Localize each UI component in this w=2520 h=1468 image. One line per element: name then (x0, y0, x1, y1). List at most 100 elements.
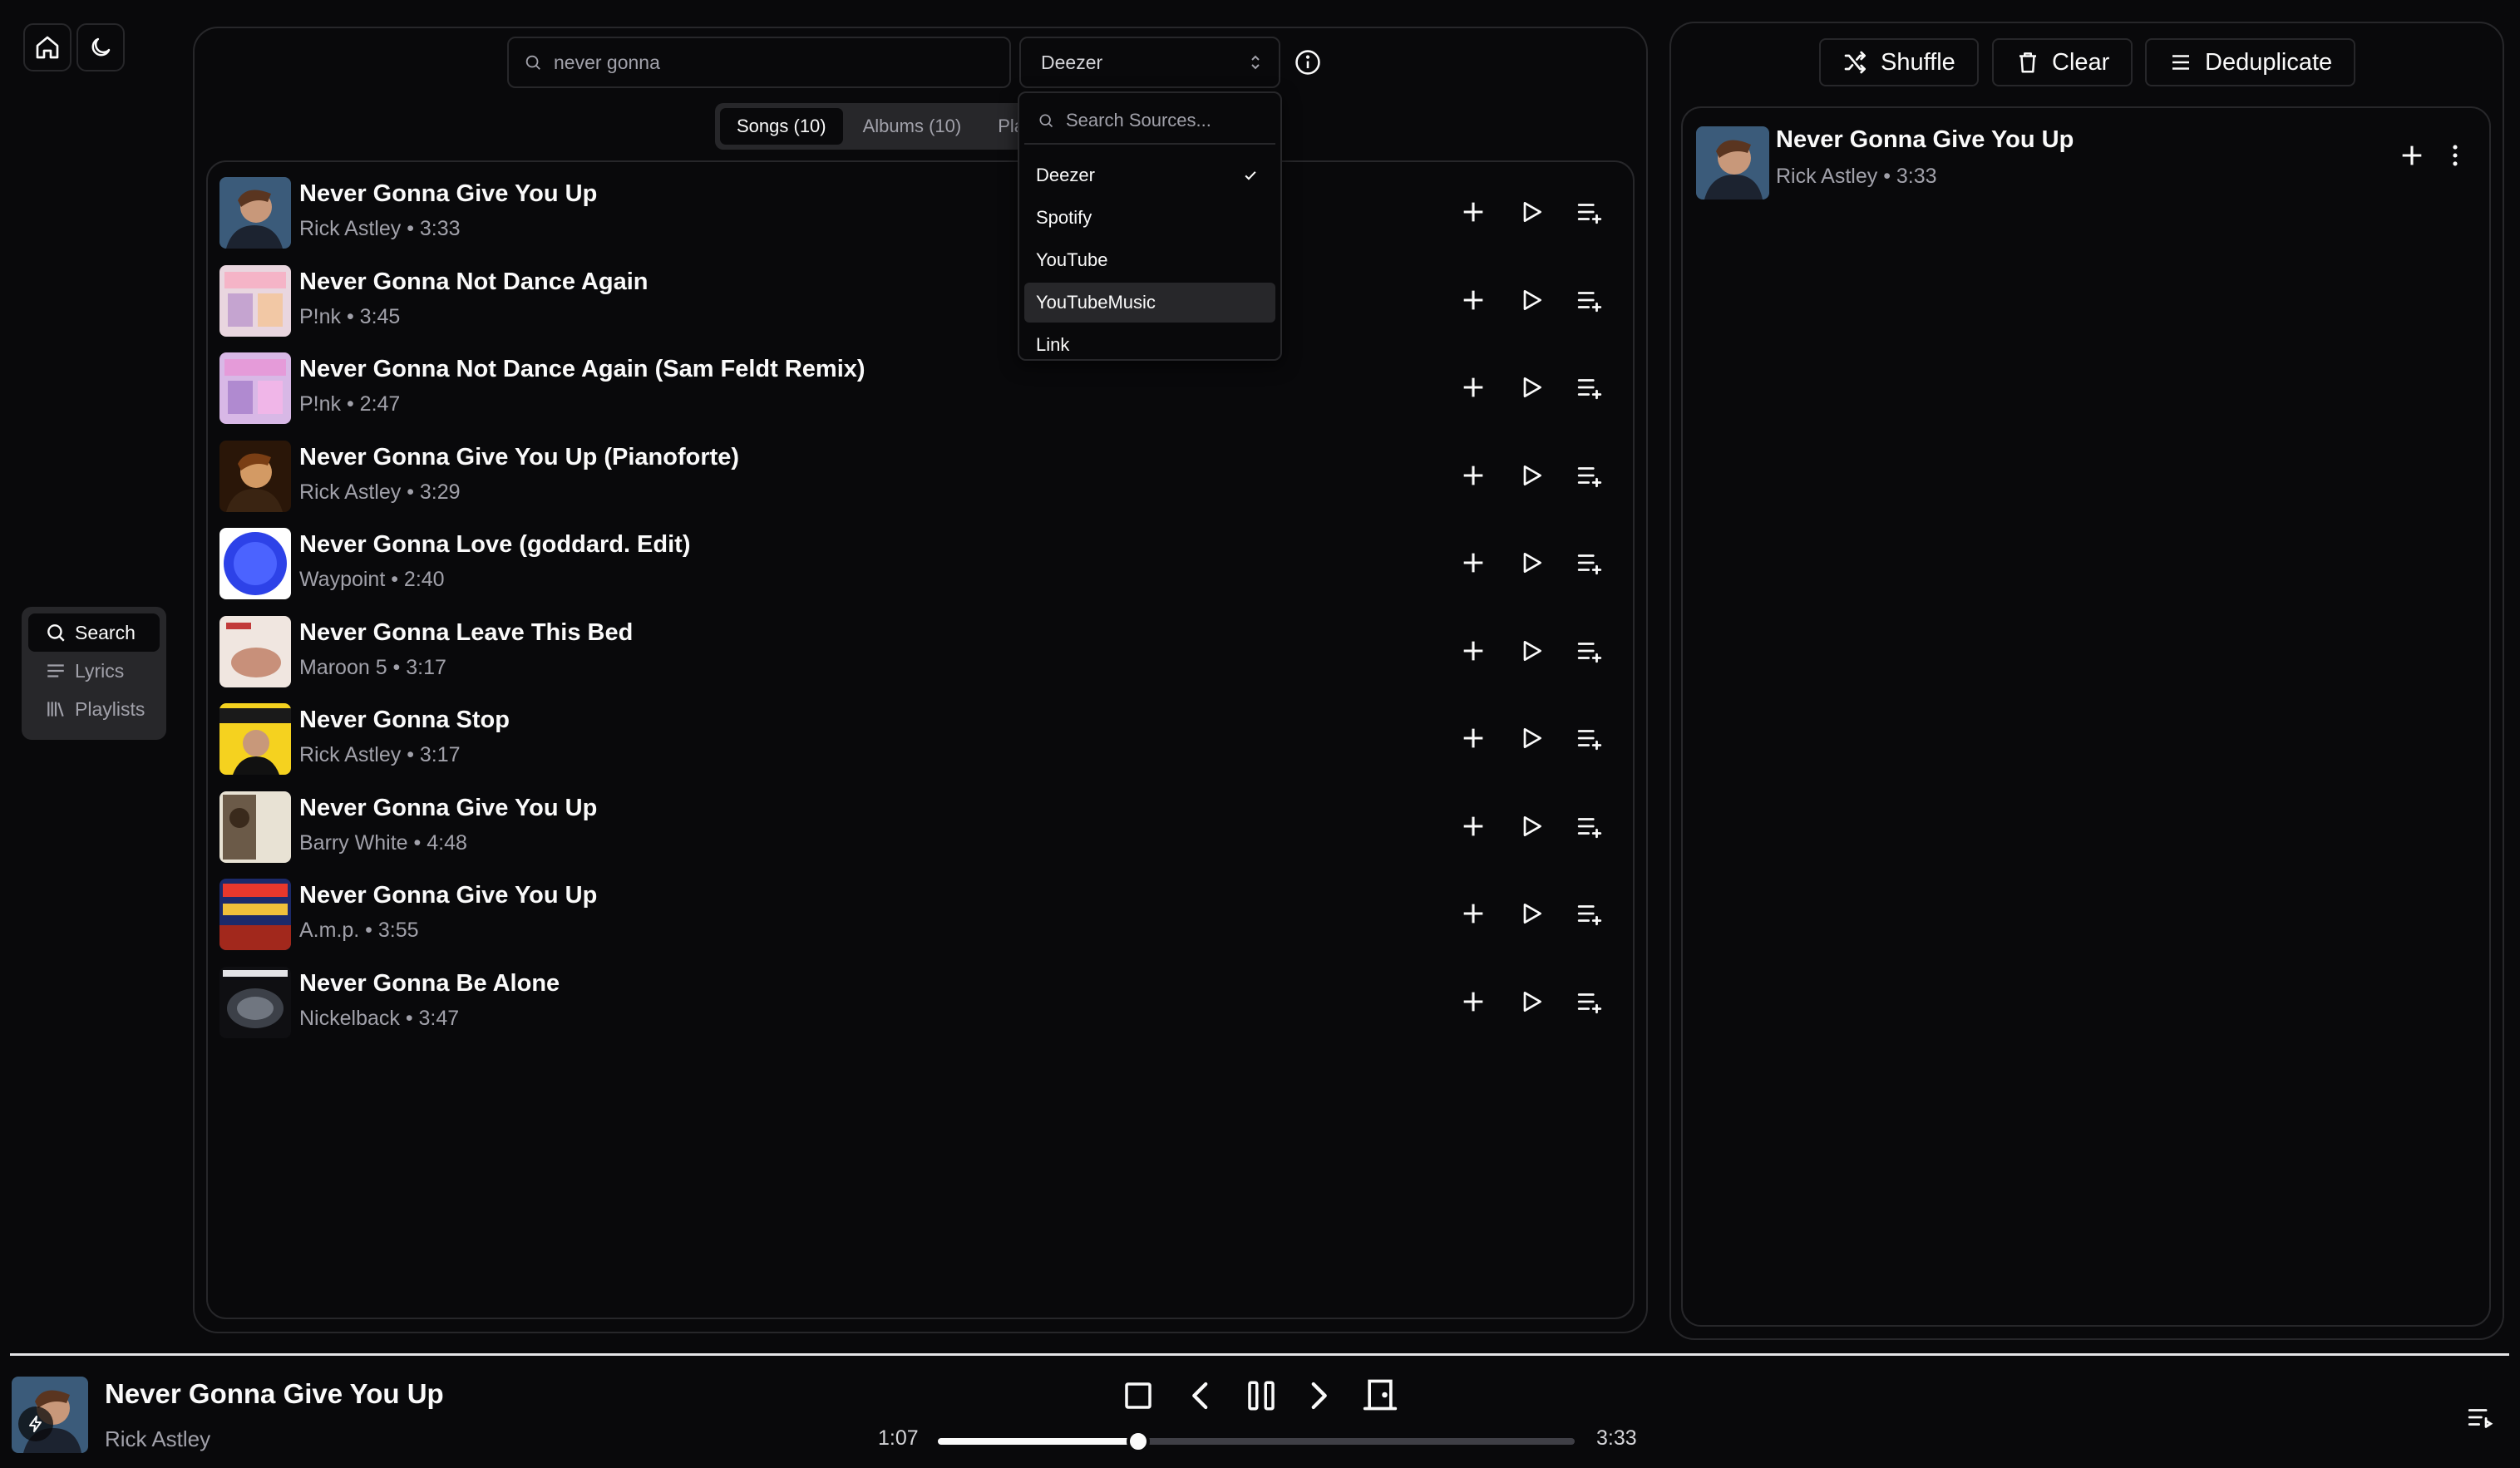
trash-icon (2015, 50, 2040, 75)
add-to-queue-icon[interactable] (1571, 282, 1608, 318)
source-option-label: Link (1036, 334, 1070, 355)
add-to-queue-icon[interactable] (1571, 720, 1608, 756)
play-icon[interactable] (1513, 369, 1550, 406)
search-input[interactable]: never gonna (507, 37, 1011, 88)
add-icon[interactable] (2398, 141, 2426, 170)
song-row[interactable]: Never Gonna Be Alone Nickelback • 3:47 (219, 960, 1625, 1038)
seek-bar-handle[interactable] (1126, 1430, 1150, 1453)
song-row[interactable]: Never Gonna Give You Up A.m.p. • 3:55 (219, 872, 1625, 950)
add-icon[interactable] (1455, 282, 1492, 318)
add-to-queue-icon[interactable] (1571, 369, 1608, 406)
play-icon[interactable] (1513, 808, 1550, 845)
side-nav: Search Lyrics Playlists (22, 607, 166, 740)
song-title: Never Gonna Love (goddard. Edit) (299, 531, 691, 558)
pause-icon[interactable] (1244, 1378, 1279, 1413)
source-option-deezer[interactable]: Deezer (1024, 155, 1275, 195)
tab-songs[interactable]: Songs (10) (720, 108, 843, 145)
add-icon[interactable] (1455, 544, 1492, 581)
song-subtitle: Waypoint • 2:40 (299, 568, 445, 591)
add-icon[interactable] (1455, 633, 1492, 669)
clear-button[interactable]: Clear (1992, 38, 2133, 86)
album-art (219, 528, 291, 599)
nav-item-lyrics[interactable]: Lyrics (28, 652, 160, 690)
song-row[interactable]: Never Gonna Stop Rick Astley • 3:17 (219, 697, 1625, 775)
source-option-youtube[interactable]: YouTube (1024, 240, 1275, 280)
album-art (219, 440, 291, 512)
menu-icon (2168, 50, 2193, 75)
song-row[interactable]: Never Gonna Love (goddard. Edit) Waypoint… (219, 521, 1625, 599)
play-icon[interactable] (1513, 983, 1550, 1020)
play-icon[interactable] (1513, 895, 1550, 932)
add-icon[interactable] (1455, 369, 1492, 406)
add-icon[interactable] (1455, 457, 1492, 494)
play-icon[interactable] (1513, 282, 1550, 318)
song-actions (1455, 282, 1608, 318)
tab-albums[interactable]: Albums (10) (846, 108, 979, 145)
add-icon[interactable] (1455, 720, 1492, 756)
album-art (219, 352, 291, 424)
source-search-input[interactable]: Search Sources... (1024, 98, 1275, 145)
source-option-youtubemusic[interactable]: YouTubeMusic (1024, 283, 1275, 323)
queue-list-icon[interactable] (2466, 1403, 2494, 1431)
theme-toggle-button[interactable] (76, 23, 125, 71)
add-to-queue-icon[interactable] (1571, 457, 1608, 494)
add-icon[interactable] (1455, 194, 1492, 230)
song-actions (1455, 544, 1608, 581)
seek-bar-fill (938, 1438, 1138, 1445)
source-select[interactable]: Deezer (1019, 37, 1280, 88)
nav-item-playlists[interactable]: Playlists (28, 690, 160, 728)
source-select-value: Deezer (1041, 51, 1103, 73)
add-to-queue-icon[interactable] (1571, 808, 1608, 845)
seek-bar[interactable] (938, 1430, 1575, 1453)
add-to-queue-icon[interactable] (1571, 544, 1608, 581)
song-title: Never Gonna Give You Up (299, 180, 598, 207)
shuffle-button[interactable]: Shuffle (1819, 38, 1979, 86)
song-subtitle: Rick Astley • 3:29 (299, 480, 461, 504)
play-icon[interactable] (1513, 544, 1550, 581)
previous-icon[interactable] (1184, 1378, 1219, 1413)
song-actions (1455, 720, 1608, 756)
song-row[interactable]: Never Gonna Leave This Bed Maroon 5 • 3:1… (219, 609, 1625, 687)
add-icon[interactable] (1455, 808, 1492, 845)
autoplay-badge[interactable] (18, 1406, 53, 1441)
nav-item-label: Search (75, 621, 136, 643)
song-subtitle: A.m.p. • 3:55 (299, 919, 419, 942)
info-icon[interactable] (1294, 48, 1322, 76)
more-vertical-icon[interactable] (2441, 141, 2469, 170)
song-actions (1455, 194, 1608, 230)
source-option-link[interactable]: Link (1024, 325, 1275, 365)
home-button[interactable] (23, 23, 72, 71)
song-subtitle: Rick Astley • 3:33 (299, 217, 461, 240)
stop-icon[interactable] (1121, 1378, 1156, 1413)
play-icon[interactable] (1513, 457, 1550, 494)
moon-icon (88, 35, 113, 60)
next-icon[interactable] (1300, 1378, 1335, 1413)
song-actions (1455, 369, 1608, 406)
lightning-icon (26, 1414, 46, 1434)
song-row[interactable]: Never Gonna Give You Up (Pianoforte) Rick… (219, 434, 1625, 512)
play-icon[interactable] (1513, 720, 1550, 756)
nav-item-search[interactable]: Search (28, 613, 160, 652)
song-row[interactable]: Never Gonna Not Dance Again (Sam Feldt R… (219, 346, 1625, 424)
album-art (219, 791, 291, 863)
source-search-placeholder: Search Sources... (1066, 110, 1211, 131)
source-option-spotify[interactable]: Spotify (1024, 198, 1275, 238)
song-subtitle: P!nk • 2:47 (299, 392, 401, 416)
source-option-label: YouTubeMusic (1036, 292, 1156, 313)
song-row[interactable]: Never Gonna Not Dance Again P!nk • 3:45 (219, 259, 1625, 337)
add-to-queue-icon[interactable] (1571, 194, 1608, 230)
song-title: Never Gonna Be Alone (299, 969, 560, 997)
add-icon[interactable] (1455, 895, 1492, 932)
deduplicate-button[interactable]: Deduplicate (2145, 38, 2356, 86)
add-to-queue-icon[interactable] (1571, 895, 1608, 932)
queue-item-title: Never Gonna Give You Up (1776, 126, 2074, 153)
add-to-queue-icon[interactable] (1571, 983, 1608, 1020)
add-to-queue-icon[interactable] (1571, 633, 1608, 669)
add-icon[interactable] (1455, 983, 1492, 1020)
song-actions (1455, 457, 1608, 494)
song-row[interactable]: Never Gonna Give You Up Rick Astley • 3:3… (219, 170, 1625, 249)
play-icon[interactable] (1513, 194, 1550, 230)
play-icon[interactable] (1513, 633, 1550, 669)
door-icon[interactable] (1362, 1377, 1398, 1413)
song-row[interactable]: Never Gonna Give You Up Barry White • 4:4… (219, 785, 1625, 863)
